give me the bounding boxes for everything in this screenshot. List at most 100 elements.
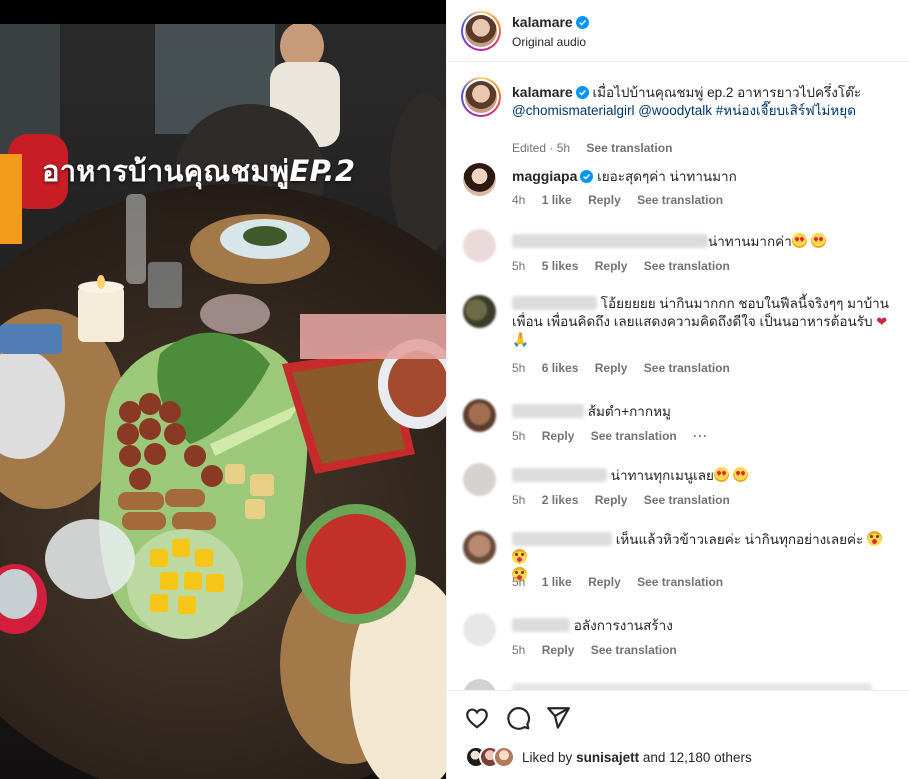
commenter-avatar[interactable] [463,679,496,690]
comment-item-partial [447,679,909,690]
caption-text: kalamare เมื่อไปบ้านคุณชมพู่ ep.2 อาหารย… [512,83,892,120]
comment-time: 5h [512,361,526,375]
author-avatar[interactable] [461,11,501,51]
reply-button[interactable]: Reply [595,361,628,375]
heart-icon: ❤ [876,314,888,329]
caption-mentions[interactable]: @chomismaterialgirl @woodytalk #หน่องเจี… [512,103,856,118]
liked-by-text: Liked by sunisajett and 12,180 others [522,750,752,765]
comment-time: 4h [512,193,526,207]
author-username[interactable]: kalamare [512,14,573,30]
commenter-avatar[interactable] [463,163,496,196]
blurred-username[interactable] [512,404,584,418]
overlay-episode: EP.2 [289,154,356,188]
partial-comment-text [512,683,872,690]
blurred-username[interactable] [512,296,597,310]
caption-body: เมื่อไปบ้านคุณชมพู่ ep.2 อาหารยาวไปครึ่ง… [592,85,862,100]
comment-time: 5h [512,643,526,657]
commenter-avatar[interactable] [463,613,496,646]
comment-item: โอ้ยยยยย น่ากินมากกก ชอบในฟีลนี้จริงๆๆ ม… [447,295,909,385]
see-translation-link[interactable]: See translation [591,643,677,657]
post-media[interactable]: อาหารบ้านคุณชมพู่EP.2 [0,0,446,779]
liked-by-prefix: Liked by [522,750,573,765]
heart-eyes-emoji-icon [810,233,826,248]
comment-text: โอ้ยยยยย น่ากินมากกก ชอบในฟีลนี้จริงๆๆ ม… [512,295,892,349]
post-header: kalamare Original audio [447,0,909,62]
comment-item: อลังการงานสร้าง 5h Reply See translation [447,613,909,663]
liked-by-avatars[interactable] [465,746,525,768]
liked-by-rest[interactable]: and 12,180 others [643,750,752,765]
caption-avatar[interactable] [461,77,501,117]
comment-time: 5h [512,493,526,507]
comment-likes[interactable]: 1 like [542,575,572,589]
comment-likes[interactable]: 6 likes [542,361,579,375]
commenter-avatar[interactable] [463,531,496,564]
comment-text: ส้มตำ+กากหมู [512,403,892,421]
reply-button[interactable]: Reply [542,643,575,657]
reply-button[interactable]: Reply [588,193,621,207]
caption-username[interactable]: kalamare [512,84,573,100]
overlay-title: อาหารบ้านคุณชมพู่ [42,154,290,188]
audio-label[interactable]: Original audio [512,35,586,49]
comment-item: น่าทานมากค่า 5h 5 likes Reply See transl… [447,229,909,279]
commenter-avatar[interactable] [463,399,496,432]
see-translation-link[interactable]: See translation [644,361,730,375]
food-table-photo [0,24,446,779]
share-send-icon[interactable] [545,705,571,731]
liked-by-user[interactable]: sunisajett [576,750,639,765]
heart-eyes-emoji-icon [713,467,729,482]
comment-body: เห็นแล้วหิวข้าวเลยค่ะ น่ากินทุกอย่างเลยค… [615,532,864,547]
see-translation-link[interactable]: See translation [644,259,730,273]
see-translation-link[interactable]: See translation [637,193,723,207]
commenter-avatar[interactable] [463,463,496,496]
pray-emoji-icon: 🙏 [512,332,529,348]
see-translation-link[interactable]: See translation [591,429,677,443]
heart-eyes-emoji-icon [791,233,807,248]
verified-badge-icon [575,16,589,29]
comments-list[interactable]: kalamare เมื่อไปบ้านคุณชมพู่ ep.2 อาหารย… [447,63,909,690]
comment-time: 5h [512,259,526,273]
comment-body: ส้มตำ+กากหมู [587,404,671,419]
comment-item: น่าทานทุกเมนูเลย 5h 2 likes Reply See tr… [447,463,909,513]
heart-eyes-emoji-icon [732,467,748,482]
see-translation-link[interactable]: See translation [644,493,730,507]
comment-likes[interactable]: 5 likes [542,259,579,273]
post-actions: Liked by sunisajett and 12,180 others [447,690,909,779]
caption-edited: Edited · 5h [512,141,571,155]
comment-likes[interactable]: 2 likes [542,493,579,507]
comment-text: น่าทานทุกเมนูเลย [512,467,892,485]
comment-body: น่าทานมากค่า [708,234,792,249]
comment-text: maggiapa เยอะสุดๆค่า น่าทานมาก [512,167,892,186]
instagram-post-view: อาหารบ้านคุณชมพู่EP.2 kalamare Original … [0,0,909,779]
commenter-avatar[interactable] [463,229,496,262]
blurred-username[interactable] [512,532,612,546]
reply-button[interactable]: Reply [542,429,575,443]
author-name-row: kalamare [512,14,589,32]
comment-item: เห็นแล้วหิวข้าวเลยค่ะ น่ากินทุกอย่างเลยค… [447,531,909,601]
blurred-username[interactable] [512,468,607,482]
comment-time: 5h [512,575,526,589]
blurred-username[interactable] [512,618,570,632]
media-top-bar [0,0,446,24]
see-translation-link[interactable]: See translation [637,575,723,589]
yum-emoji-icon [512,549,527,564]
commenter-username[interactable]: maggiapa [512,168,577,184]
heart-like-icon[interactable] [464,705,490,731]
commenter-avatar[interactable] [463,295,496,328]
story-overlay-text: อาหารบ้านคุณชมพู่EP.2 [42,148,355,194]
yum-emoji-icon [867,531,883,546]
comment-text: น่าทานมากค่า [512,233,892,251]
reply-button[interactable]: Reply [595,493,628,507]
post-details-panel: kalamare Original audio kalamare เมื่อไป… [446,0,909,779]
comment-icon[interactable] [505,705,531,731]
reply-button[interactable]: Reply [588,575,621,589]
comment-item: maggiapa เยอะสุดๆค่า น่าทานมาก 4h 1 like… [447,163,909,213]
comment-body: อลังการงานสร้าง [573,618,673,633]
blurred-username[interactable] [512,234,708,248]
more-options-button[interactable]: ··· [693,429,708,443]
comment-text: อลังการงานสร้าง [512,617,892,635]
comment-item: ส้มตำ+กากหมู 5h Reply See translation ··… [447,399,909,449]
comment-likes[interactable]: 1 like [542,193,572,207]
see-translation-link[interactable]: See translation [586,141,672,155]
reply-button[interactable]: Reply [595,259,628,273]
caption: kalamare เมื่อไปบ้านคุณชมพู่ ep.2 อาหารย… [447,77,909,155]
